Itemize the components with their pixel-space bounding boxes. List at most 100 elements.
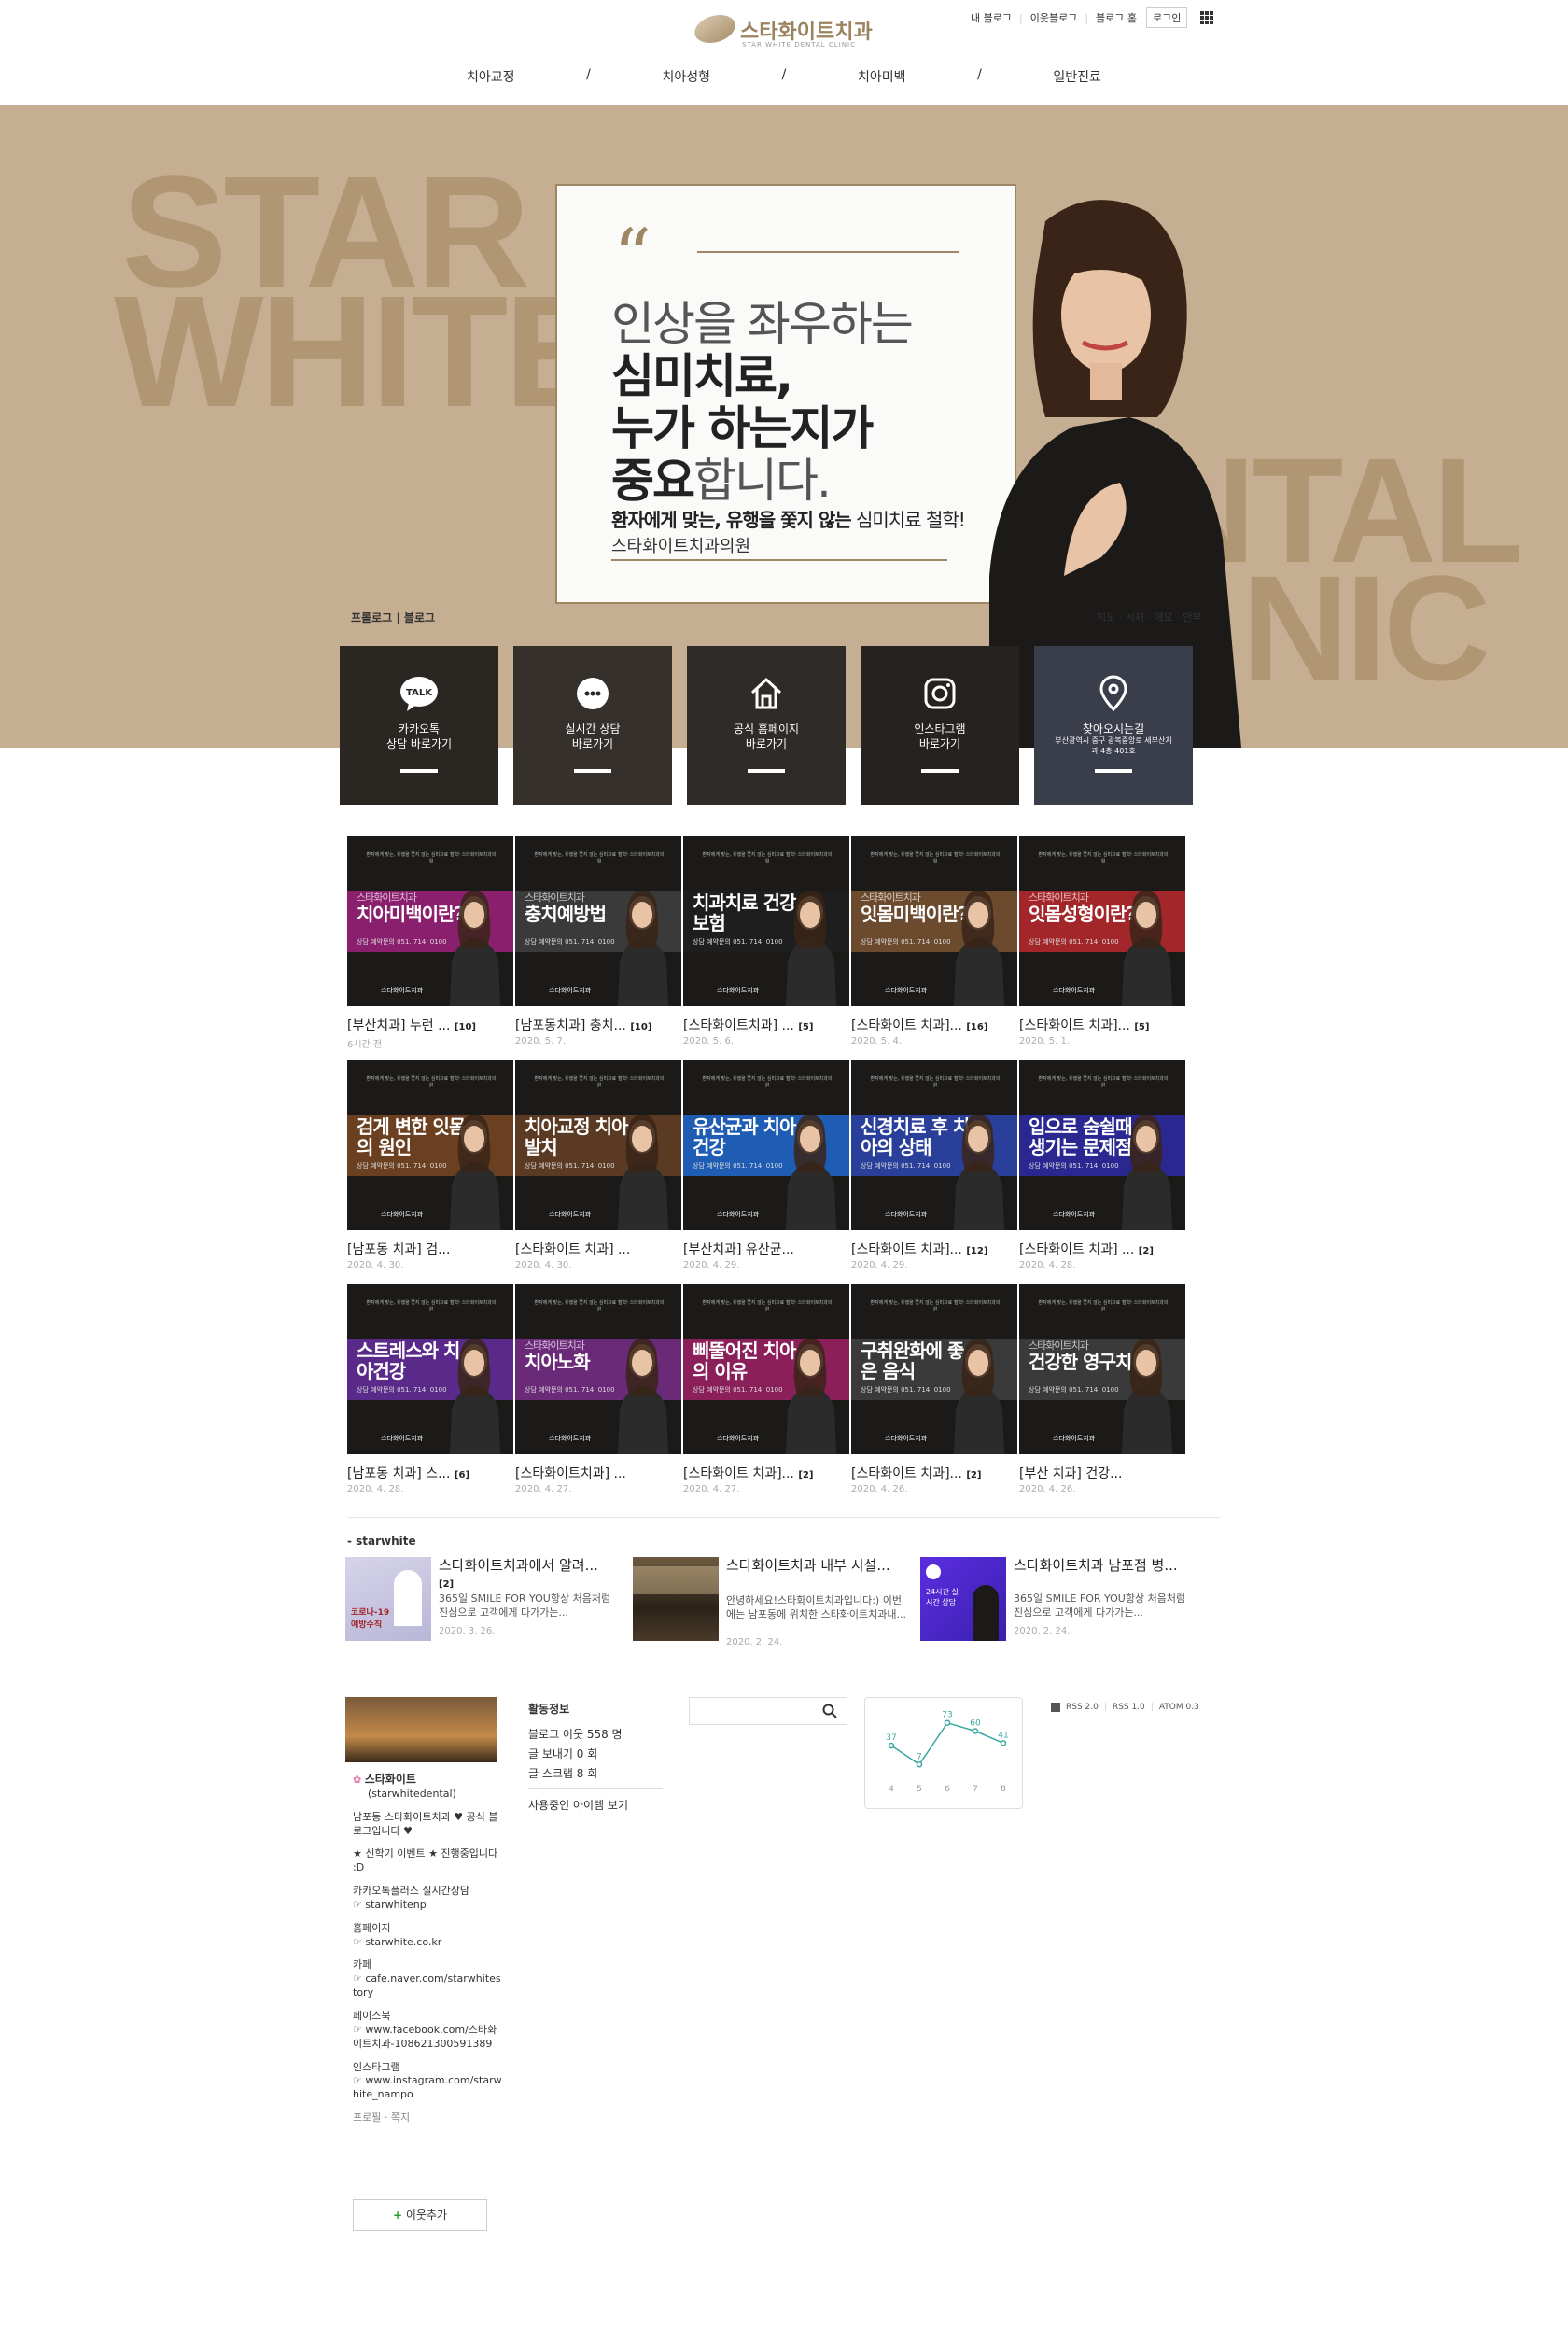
doctor-figure: [618, 1115, 668, 1230]
banner-menu-links[interactable]: 지도 · 서재 · 메모 · 안부: [1097, 610, 1201, 624]
post-card[interactable]: 환자에게 맞는, 유행을 쫓지 않는 심미치료 철학! 스타화이트치과의원 신경치…: [851, 1060, 1017, 1270]
live-consult-button[interactable]: 실시간 상담 바로가기: [513, 646, 672, 805]
profile-name: 스타화이트: [364, 1773, 416, 1786]
related-desc: 365일 SMILE FOR YOU항상 처음처럼 진심으로 고객에게 다가가는…: [1014, 1592, 1186, 1619]
rss-link[interactable]: ATOM 0.3: [1159, 1703, 1199, 1712]
login-button[interactable]: 로그인: [1146, 7, 1188, 28]
menu-cosmetic[interactable]: 치아성형: [662, 67, 710, 90]
separator: |: [1018, 11, 1023, 24]
blog-home-link[interactable]: 블로그 홈: [1096, 10, 1137, 25]
post-card[interactable]: 환자에게 맞는, 유행을 쫓지 않는 심미치료 철학! 스타화이트치과의원 구취완…: [851, 1284, 1017, 1494]
my-blog-link[interactable]: 내 블로그: [971, 10, 1012, 25]
post-card[interactable]: 환자에게 맞는, 유행을 쫓지 않는 심미치료 철학! 스타화이트치과의원 삐뚤어…: [683, 1284, 849, 1494]
related-post[interactable]: 코로나-19 예방수칙 스타화이트치과에서 알려... [2] 365일 SMIL…: [345, 1557, 625, 1647]
profile-link[interactable]: ☞ cafe.naver.com/starwhitestory: [353, 1972, 501, 1998]
post-card[interactable]: 환자에게 맞는, 유행을 쫓지 않는 심미치료 철학! 스타화이트치과의원 검게 …: [347, 1060, 513, 1270]
post-thumbnail: 환자에게 맞는, 유행을 쫓지 않는 심미치료 철학! 스타화이트치과의원 스타화…: [515, 836, 681, 1006]
post-title[interactable]: [스타화이트 치과]... [2]: [851, 1464, 1017, 1482]
thumb-logo: 스타화이트치과: [717, 1211, 760, 1218]
kakao-consult-button[interactable]: TALK 카카오톡 상담 바로가기: [340, 646, 498, 805]
post-card[interactable]: 환자에게 맞는, 유행을 쫓지 않는 심미치료 철학! 스타화이트치과의원 스타화…: [1019, 1284, 1185, 1494]
search-icon[interactable]: [821, 1703, 838, 1719]
post-card[interactable]: 환자에게 맞는, 유행을 쫓지 않는 심미치료 철학! 스타화이트치과의원 스타화…: [515, 1284, 681, 1494]
post-card[interactable]: 환자에게 맞는, 유행을 쫓지 않는 심미치료 철학! 스타화이트치과의원 치과치…: [683, 836, 849, 1046]
thumb-logo: 스타화이트치과: [1053, 1211, 1096, 1218]
post-title[interactable]: [부산치과] 유산균...: [683, 1240, 849, 1258]
profile-link[interactable]: ☞ starwhitenp: [353, 1899, 427, 1911]
visitor-line: [890, 1721, 1004, 1766]
address-text: 부산광역시 중구 광복중앙로 세부산치과 4층 401호: [1055, 736, 1172, 755]
doctor-figure: [786, 891, 836, 1006]
post-card[interactable]: 환자에게 맞는, 유행을 쫓지 않는 심미치료 철학! 스타화이트치과의원 스트레…: [347, 1284, 513, 1494]
menu-whitening[interactable]: 치아미백: [858, 67, 906, 90]
prologue-blog-links[interactable]: 프롤로그 | 블로그: [351, 610, 435, 625]
blog-logo[interactable]: 스타화이트치과 STAR WHITE DENTAL CLINIC: [690, 11, 873, 52]
post-title[interactable]: [스타화이트 치과]... [2]: [683, 1464, 849, 1482]
post-card[interactable]: 환자에게 맞는, 유행을 쫓지 않는 심미치료 철학! 스타화이트치과의원 스타화…: [347, 836, 513, 1050]
thumb-phone: 상담 예약문의 051. 714. 0100: [861, 1162, 951, 1170]
button-label: 공식 홈페이지: [733, 722, 800, 736]
homepage-button[interactable]: 공식 홈페이지 바로가기: [687, 646, 846, 805]
post-title[interactable]: [스타화이트 치과]... [12]: [851, 1240, 1017, 1258]
app-grid-icon[interactable]: [1200, 11, 1214, 24]
post-title[interactable]: [부산치과] 누런 ... [10]: [347, 1016, 513, 1034]
related-date: 2020. 2. 24.: [726, 1637, 783, 1648]
top-links: 내 블로그 | 이웃블로그 | 블로그 홈 로그인: [971, 7, 1214, 28]
rss-link[interactable]: RSS 1.0: [1113, 1703, 1145, 1712]
related-post[interactable]: 스타화이트치과 내부 시설... 안녕하세요!스타화이트치과입니다:) 이번에는…: [633, 1557, 913, 1648]
post-title[interactable]: [부산 치과] 건강...: [1019, 1464, 1185, 1482]
instagram-icon: [924, 678, 956, 709]
profile-link[interactable]: ☞ www.instagram.com/starwhite_nampo: [353, 2074, 502, 2100]
doctor-figure: [954, 1339, 1004, 1454]
post-card[interactable]: 환자에게 맞는, 유행을 쫓지 않는 심미치료 철학! 스타화이트치과의원 스타화…: [1019, 836, 1185, 1046]
post-thumbnail: 환자에게 맞는, 유행을 쫓지 않는 심미치료 철학! 스타화이트치과의원 스타화…: [515, 1284, 681, 1454]
related-thumbnail: [633, 1557, 719, 1641]
profile-actions[interactable]: 프로필 · 쪽지: [353, 2111, 502, 2125]
post-title[interactable]: [남포동 치과] 검...: [347, 1240, 513, 1258]
doctor-figure: [618, 1339, 668, 1454]
menu-general[interactable]: 일반진료: [1053, 67, 1101, 90]
doctor-figure: [450, 1115, 500, 1230]
home-icon: [750, 677, 782, 709]
items-in-use-link[interactable]: 사용중인 아이템 보기: [528, 1797, 663, 1813]
related-post[interactable]: 24시간 실시간 상담 스타화이트치과 남포점 병... 365일 SMILE …: [920, 1557, 1200, 1647]
map-pin-icon: [1099, 675, 1127, 712]
underline-bar: [574, 769, 611, 773]
post-card[interactable]: 환자에게 맞는, 유행을 쫓지 않는 심미치료 철학! 스타화이트치과의원 스타화…: [515, 836, 681, 1046]
neighbor-blog-link[interactable]: 이웃블로그: [1030, 10, 1078, 25]
post-title[interactable]: [스타화이트 치과] ... [2]: [1019, 1240, 1185, 1258]
post-title[interactable]: [남포동치과] 충치... [10]: [515, 1016, 681, 1034]
button-label: 인스타그램: [914, 722, 966, 736]
activity-title: 활동정보: [528, 1703, 570, 1716]
instagram-button[interactable]: 인스타그램 바로가기: [861, 646, 1019, 805]
add-neighbor-button[interactable]: + 이웃추가: [353, 2199, 487, 2231]
thumb-phone: 상담 예약문의 051. 714. 0100: [1029, 1386, 1119, 1394]
post-thumbnail: 환자에게 맞는, 유행을 쫓지 않는 심미치료 철학! 스타화이트치과의원 치과치…: [683, 836, 849, 1006]
divider: [697, 251, 959, 253]
menu-orthodontics[interactable]: 치아교정: [467, 67, 515, 90]
post-card[interactable]: 환자에게 맞는, 유행을 쫓지 않는 심미치료 철학! 스타화이트치과의원 유산균…: [683, 1060, 849, 1270]
directions-button[interactable]: 찾아오시는길 부산광역시 중구 광복중앙로 세부산치과 4층 401호: [1034, 646, 1193, 805]
thumb-logo: 스타화이트치과: [885, 1211, 928, 1218]
activity-panel: 활동정보 블로그 이웃 558 명 글 보내기 0 회 글 스크랩 8 회 사용…: [528, 1701, 663, 1813]
post-title[interactable]: [스타화이트 치과]... [16]: [851, 1016, 1017, 1034]
post-title[interactable]: [스타화이트치과] ... [5]: [683, 1016, 849, 1034]
post-title[interactable]: [남포동 치과] 스... [6]: [347, 1464, 513, 1482]
post-title[interactable]: [스타화이트 치과] ...: [515, 1240, 681, 1258]
thumb-logo: 스타화이트치과: [717, 1435, 760, 1442]
post-card[interactable]: 환자에게 맞는, 유행을 쫓지 않는 심미치료 철학! 스타화이트치과의원 스타화…: [851, 836, 1017, 1046]
add-neighbor-label: 이웃추가: [405, 2209, 448, 2222]
thumb-header: 환자에게 맞는, 유행을 쫓지 않는 심미치료 철학! 스타화이트치과의원: [1038, 852, 1169, 864]
post-title[interactable]: [스타화이트치과] ...: [515, 1464, 681, 1482]
post-thumbnail: 환자에게 맞는, 유행을 쫓지 않는 심미치료 철학! 스타화이트치과의원 스타화…: [1019, 836, 1185, 1006]
post-title[interactable]: [스타화이트 치과]... [5]: [1019, 1016, 1185, 1034]
category-menu: 치아교정 / 치아성형 / 치아미백 / 일반진료: [467, 67, 1101, 90]
separator: |: [1103, 1703, 1107, 1712]
profile-link[interactable]: ☞ starwhite.co.kr: [353, 1936, 441, 1948]
thumb-phone: 상담 예약문의 051. 714. 0100: [357, 1162, 447, 1170]
rss-link[interactable]: RSS 2.0: [1066, 1703, 1099, 1712]
profile-link[interactable]: ☞ www.facebook.com/스타화이트치과-1086213005913…: [353, 2024, 497, 2050]
profile-image[interactable]: [345, 1697, 497, 1762]
post-card[interactable]: 환자에게 맞는, 유행을 쫓지 않는 심미치료 철학! 스타화이트치과의원 입으로…: [1019, 1060, 1185, 1270]
post-card[interactable]: 환자에게 맞는, 유행을 쫓지 않는 심미치료 철학! 스타화이트치과의원 치아교…: [515, 1060, 681, 1270]
